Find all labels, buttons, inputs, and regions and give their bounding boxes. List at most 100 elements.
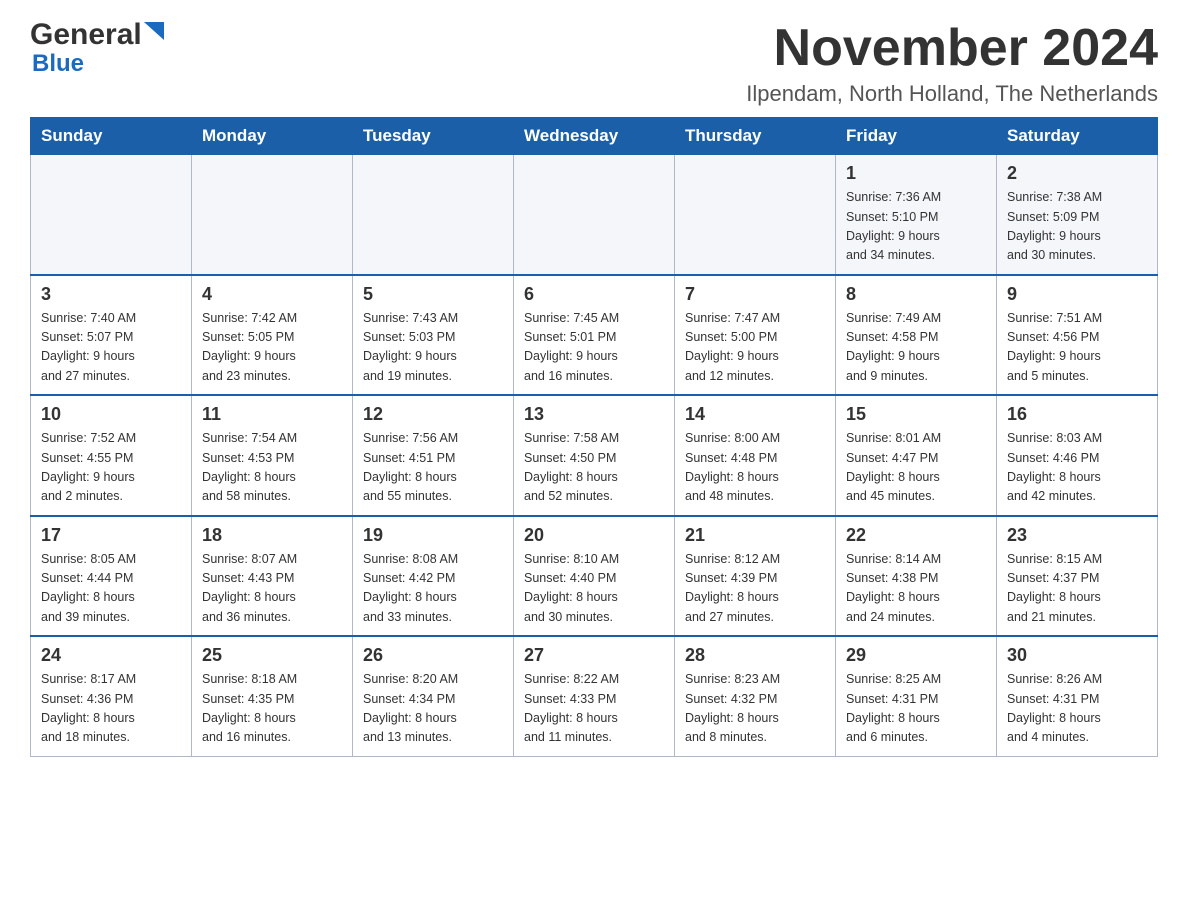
calendar-cell: 1Sunrise: 7:36 AM Sunset: 5:10 PM Daylig…	[836, 155, 997, 275]
calendar-week-row: 17 Sunrise: 8:05 AM Sunset: 4:44 PM Dayli…	[31, 516, 1158, 637]
calendar-cell: 4 Sunrise: 7:42 AM Sunset: 5:05 PM Daylig…	[192, 275, 353, 396]
page-header: General Blue November 2024 Ilpendam, Nor…	[30, 20, 1158, 107]
calendar-header-row: SundayMondayTuesdayWednesdayThursdayFrid…	[31, 118, 1158, 155]
calendar-cell: 19Sunrise: 8:08 AM Sunset: 4:42 PM Dayli…	[353, 516, 514, 637]
day-info: Sunrise: 7:49 AM Sunset: 4:58 PM Dayligh…	[846, 309, 986, 387]
day-info: Sunrise: 8:10 AM Sunset: 4:40 PM Dayligh…	[524, 550, 664, 628]
calendar-cell: 13 Sunrise: 7:58 AM Sunset: 4:50 PM Dayli…	[514, 395, 675, 516]
day-info: Sunrise: 8:26 AM Sunset: 4:31 PM Dayligh…	[1007, 670, 1147, 748]
day-info: Sunrise: 8:20 AM Sunset: 4:34 PM Dayligh…	[363, 670, 503, 748]
day-number: 6	[524, 284, 664, 305]
location-title: Ilpendam, North Holland, The Netherlands	[746, 81, 1158, 107]
day-number: 26	[363, 645, 503, 666]
calendar-cell: 11 Sunrise: 7:54 AM Sunset: 4:53 PM Dayli…	[192, 395, 353, 516]
calendar-cell: 25 Sunrise: 8:18 AM Sunset: 4:35 PM Dayli…	[192, 636, 353, 756]
calendar-cell: 24 Sunrise: 8:17 AM Sunset: 4:36 PM Dayli…	[31, 636, 192, 756]
calendar-cell: 10Sunrise: 7:52 AM Sunset: 4:55 PM Dayli…	[31, 395, 192, 516]
day-number: 27	[524, 645, 664, 666]
day-info: Sunrise: 8:17 AM Sunset: 4:36 PM Dayligh…	[41, 670, 181, 748]
calendar-cell: 2 Sunrise: 7:38 AM Sunset: 5:09 PM Daylig…	[997, 155, 1158, 275]
day-info: Sunrise: 8:05 AM Sunset: 4:44 PM Dayligh…	[41, 550, 181, 628]
calendar-weekday-monday: Monday	[192, 118, 353, 155]
day-info: Sunrise: 7:47 AM Sunset: 5:00 PM Dayligh…	[685, 309, 825, 387]
calendar-cell	[31, 155, 192, 275]
calendar-week-row: 10Sunrise: 7:52 AM Sunset: 4:55 PM Dayli…	[31, 395, 1158, 516]
title-area: November 2024 Ilpendam, North Holland, T…	[746, 20, 1158, 107]
day-info: Sunrise: 7:56 AM Sunset: 4:51 PM Dayligh…	[363, 429, 503, 507]
day-info: Sunrise: 8:12 AM Sunset: 4:39 PM Dayligh…	[685, 550, 825, 628]
calendar-cell: 3Sunrise: 7:40 AM Sunset: 5:07 PM Daylig…	[31, 275, 192, 396]
day-number: 1	[846, 163, 986, 184]
calendar-weekday-saturday: Saturday	[997, 118, 1158, 155]
calendar-cell: 8Sunrise: 7:49 AM Sunset: 4:58 PM Daylig…	[836, 275, 997, 396]
calendar-week-row: 24 Sunrise: 8:17 AM Sunset: 4:36 PM Dayli…	[31, 636, 1158, 756]
day-number: 21	[685, 525, 825, 546]
day-number: 4	[202, 284, 342, 305]
calendar-cell: 29Sunrise: 8:25 AM Sunset: 4:31 PM Dayli…	[836, 636, 997, 756]
day-number: 22	[846, 525, 986, 546]
day-info: Sunrise: 7:42 AM Sunset: 5:05 PM Dayligh…	[202, 309, 342, 387]
calendar-cell	[675, 155, 836, 275]
day-number: 23	[1007, 525, 1147, 546]
calendar-week-row: 3Sunrise: 7:40 AM Sunset: 5:07 PM Daylig…	[31, 275, 1158, 396]
day-number: 11	[202, 404, 342, 425]
day-number: 28	[685, 645, 825, 666]
day-info: Sunrise: 7:58 AM Sunset: 4:50 PM Dayligh…	[524, 429, 664, 507]
calendar-weekday-sunday: Sunday	[31, 118, 192, 155]
day-number: 16	[1007, 404, 1147, 425]
day-number: 12	[363, 404, 503, 425]
calendar-cell: 6Sunrise: 7:45 AM Sunset: 5:01 PM Daylig…	[514, 275, 675, 396]
day-number: 29	[846, 645, 986, 666]
day-number: 13	[524, 404, 664, 425]
day-info: Sunrise: 7:51 AM Sunset: 4:56 PM Dayligh…	[1007, 309, 1147, 387]
calendar-cell: 26 Sunrise: 8:20 AM Sunset: 4:34 PM Dayli…	[353, 636, 514, 756]
day-number: 17	[41, 525, 181, 546]
day-number: 9	[1007, 284, 1147, 305]
calendar-cell: 17 Sunrise: 8:05 AM Sunset: 4:44 PM Dayli…	[31, 516, 192, 637]
calendar-cell: 23Sunrise: 8:15 AM Sunset: 4:37 PM Dayli…	[997, 516, 1158, 637]
day-number: 2	[1007, 163, 1147, 184]
logo-blue: Blue	[32, 50, 84, 77]
calendar-cell: 22 Sunrise: 8:14 AM Sunset: 4:38 PM Dayli…	[836, 516, 997, 637]
calendar-cell: 18 Sunrise: 8:07 AM Sunset: 4:43 PM Dayli…	[192, 516, 353, 637]
calendar-cell: 20 Sunrise: 8:10 AM Sunset: 4:40 PM Dayli…	[514, 516, 675, 637]
day-info: Sunrise: 8:03 AM Sunset: 4:46 PM Dayligh…	[1007, 429, 1147, 507]
day-info: Sunrise: 8:01 AM Sunset: 4:47 PM Dayligh…	[846, 429, 986, 507]
day-number: 7	[685, 284, 825, 305]
day-info: Sunrise: 7:38 AM Sunset: 5:09 PM Dayligh…	[1007, 188, 1147, 266]
day-number: 18	[202, 525, 342, 546]
day-info: Sunrise: 8:00 AM Sunset: 4:48 PM Dayligh…	[685, 429, 825, 507]
calendar-cell: 27Sunrise: 8:22 AM Sunset: 4:33 PM Dayli…	[514, 636, 675, 756]
calendar-cell: 21 Sunrise: 8:12 AM Sunset: 4:39 PM Dayli…	[675, 516, 836, 637]
day-number: 20	[524, 525, 664, 546]
day-info: Sunrise: 7:43 AM Sunset: 5:03 PM Dayligh…	[363, 309, 503, 387]
calendar-weekday-friday: Friday	[836, 118, 997, 155]
day-info: Sunrise: 8:18 AM Sunset: 4:35 PM Dayligh…	[202, 670, 342, 748]
calendar-week-row: 1Sunrise: 7:36 AM Sunset: 5:10 PM Daylig…	[31, 155, 1158, 275]
day-number: 24	[41, 645, 181, 666]
calendar-cell: 15Sunrise: 8:01 AM Sunset: 4:47 PM Dayli…	[836, 395, 997, 516]
logo-triangle-icon	[142, 22, 164, 44]
day-info: Sunrise: 7:54 AM Sunset: 4:53 PM Dayligh…	[202, 429, 342, 507]
day-number: 30	[1007, 645, 1147, 666]
calendar-cell: 9 Sunrise: 7:51 AM Sunset: 4:56 PM Daylig…	[997, 275, 1158, 396]
calendar-weekday-wednesday: Wednesday	[514, 118, 675, 155]
calendar-cell	[192, 155, 353, 275]
calendar-cell: 7 Sunrise: 7:47 AM Sunset: 5:00 PM Daylig…	[675, 275, 836, 396]
day-number: 25	[202, 645, 342, 666]
day-info: Sunrise: 7:52 AM Sunset: 4:55 PM Dayligh…	[41, 429, 181, 507]
logo: General Blue	[30, 20, 164, 78]
calendar-cell	[353, 155, 514, 275]
calendar-table: SundayMondayTuesdayWednesdayThursdayFrid…	[30, 117, 1158, 757]
day-number: 14	[685, 404, 825, 425]
day-number: 19	[363, 525, 503, 546]
calendar-cell: 28 Sunrise: 8:23 AM Sunset: 4:32 PM Dayli…	[675, 636, 836, 756]
calendar-cell: 14 Sunrise: 8:00 AM Sunset: 4:48 PM Dayli…	[675, 395, 836, 516]
month-title: November 2024	[746, 20, 1158, 77]
day-info: Sunrise: 8:14 AM Sunset: 4:38 PM Dayligh…	[846, 550, 986, 628]
day-info: Sunrise: 7:40 AM Sunset: 5:07 PM Dayligh…	[41, 309, 181, 387]
calendar-cell: 16 Sunrise: 8:03 AM Sunset: 4:46 PM Dayli…	[997, 395, 1158, 516]
day-info: Sunrise: 8:23 AM Sunset: 4:32 PM Dayligh…	[685, 670, 825, 748]
day-info: Sunrise: 8:07 AM Sunset: 4:43 PM Dayligh…	[202, 550, 342, 628]
calendar-cell: 30 Sunrise: 8:26 AM Sunset: 4:31 PM Dayli…	[997, 636, 1158, 756]
